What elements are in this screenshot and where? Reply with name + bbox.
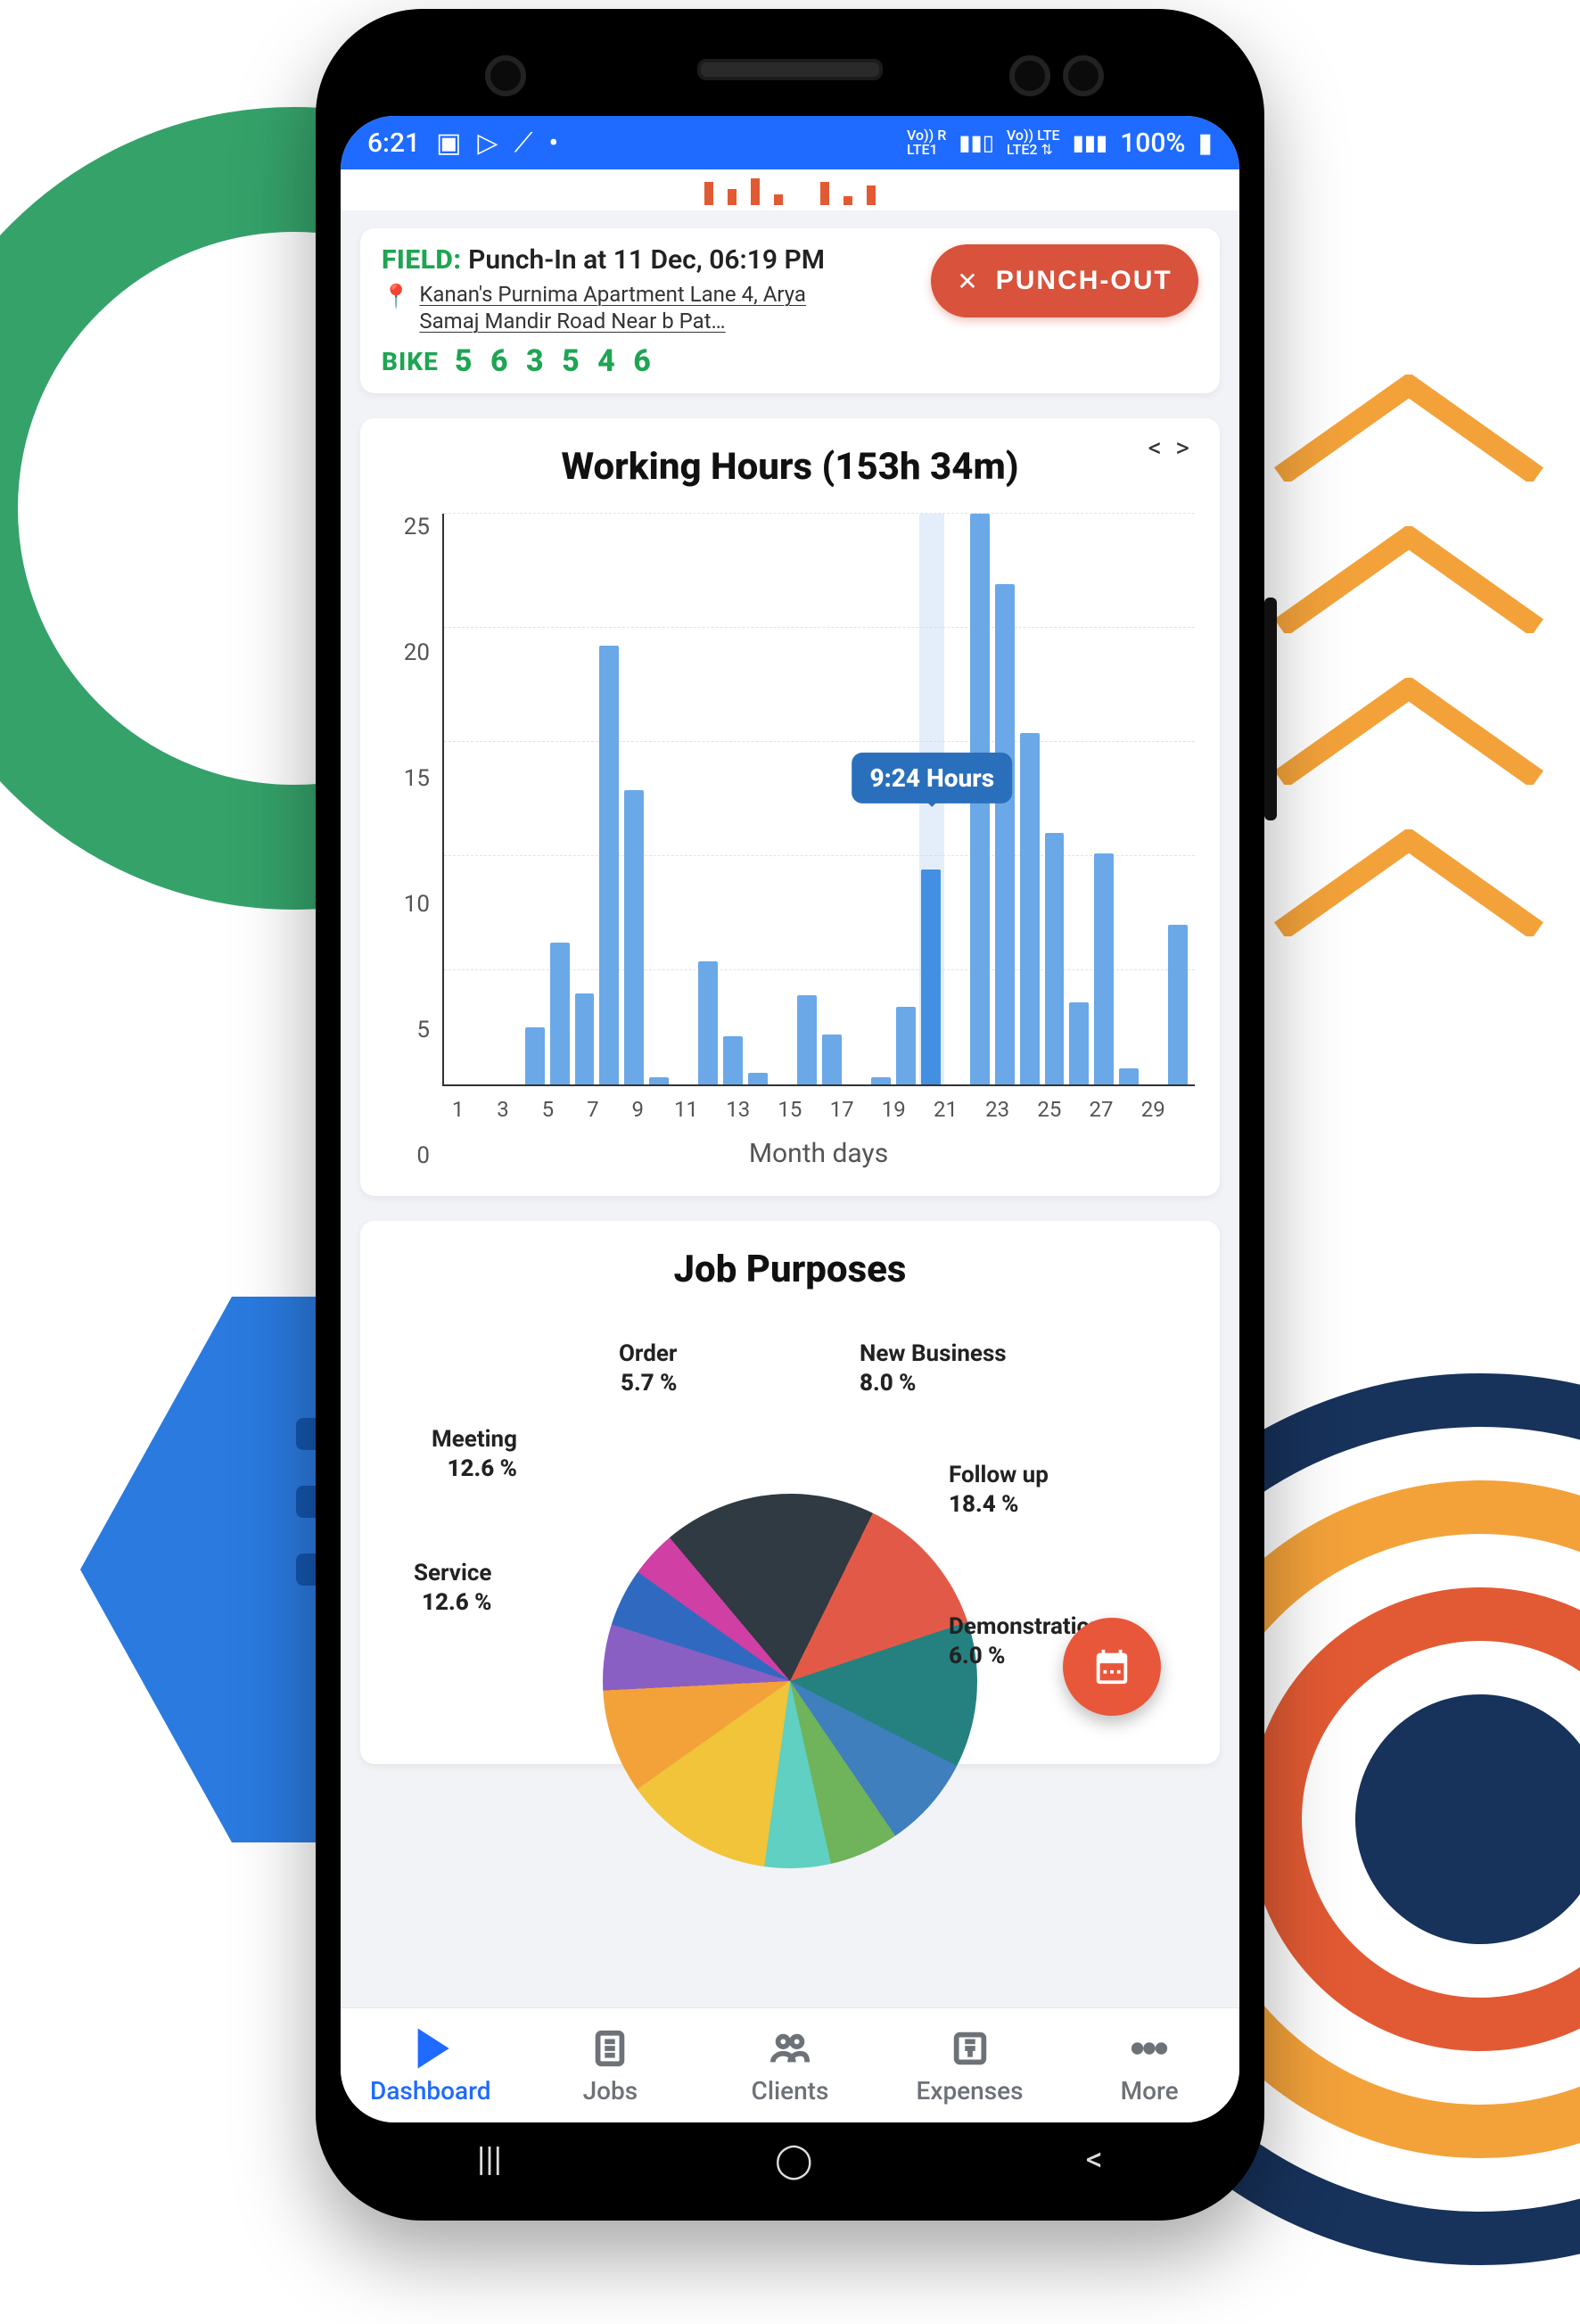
nav-more-label: More xyxy=(1121,2076,1179,2106)
mini-chart-peek xyxy=(341,169,1239,210)
signal2-icon: ▮▮▮ xyxy=(1073,130,1108,155)
bar-day-13[interactable] xyxy=(748,1073,768,1084)
bar-day-7[interactable] xyxy=(599,646,619,1084)
bar-day-26[interactable] xyxy=(1069,1002,1089,1084)
close-icon: ✕ xyxy=(957,267,979,296)
android-home-icon[interactable]: ◯ xyxy=(775,2140,813,2180)
lte2-icon: Vo)) LTELTE2 ⇅ xyxy=(1007,128,1060,157)
bike-label: BIKE xyxy=(382,347,439,376)
pie-label-meeting: Meeting12.6 % xyxy=(432,1425,517,1483)
bar-day-24[interactable] xyxy=(1020,733,1040,1084)
bar-day-6[interactable] xyxy=(575,993,595,1084)
play-icon: ▷ xyxy=(477,128,498,159)
chart-tooltip: 9:24 Hours xyxy=(852,753,1012,804)
bar-day-4[interactable] xyxy=(525,1027,545,1084)
location-pin-icon: 📍 xyxy=(382,283,410,312)
pie-chart-area[interactable]: Order5.7 % New Business8.0 % Meeting12.6… xyxy=(378,1345,1202,1755)
bar-day-12[interactable] xyxy=(723,1036,743,1084)
more-icon xyxy=(1127,2026,1172,2071)
punch-time-text: Punch-In at 11 Dec, 06:19 PM xyxy=(468,244,825,276)
bar-day-8[interactable] xyxy=(624,790,644,1084)
dashboard-icon xyxy=(408,2026,453,2071)
bar-day-19[interactable] xyxy=(896,1007,916,1084)
bottom-nav: Dashboard Jobs Clients Expenses More xyxy=(341,2007,1239,2122)
nav-expenses-label: Expenses xyxy=(917,2076,1024,2106)
job-purposes-title: Job Purposes xyxy=(378,1248,1202,1291)
x-axis-label: Month days xyxy=(442,1138,1195,1169)
status-time: 6:21 xyxy=(367,128,420,159)
phone-frame: 6:21 ▣ ▷ ⟋ • Vo)) RLTE1 ▮▮▯ Vo)) LTELTE2… xyxy=(316,9,1264,2221)
battery-icon: ▮ xyxy=(1197,128,1213,159)
battery-text: 100% xyxy=(1120,128,1185,159)
bar-day-9[interactable] xyxy=(649,1077,669,1084)
nav-clients-label: Clients xyxy=(752,2076,829,2106)
chart-pager[interactable]: < > xyxy=(1148,433,1193,464)
android-back-icon[interactable]: < xyxy=(1086,2140,1103,2180)
chart-plot-area[interactable]: 9:24 Hours xyxy=(442,514,1195,1086)
pie-label-service: Service12.6 % xyxy=(414,1559,491,1617)
bar-day-30[interactable] xyxy=(1168,925,1188,1084)
bar-day-18[interactable] xyxy=(871,1077,891,1084)
punch-address[interactable]: Kanan's Purnima Apartment Lane 4, Arya S… xyxy=(419,281,829,334)
working-hours-chart[interactable]: 2520151050 9:24 Hours 135791113151719212… xyxy=(385,514,1195,1169)
bar-day-25[interactable] xyxy=(1045,833,1065,1084)
bar-day-5[interactable] xyxy=(550,943,570,1084)
bar-day-27[interactable] xyxy=(1094,853,1114,1084)
working-hours-title: Working Hours (153h 34m) xyxy=(385,445,1195,489)
bike-row: BIKE 5 6 3 5 4 6 xyxy=(382,343,917,379)
y-axis: 2520151050 xyxy=(385,514,430,1169)
bar-day-15[interactable] xyxy=(797,995,817,1084)
nav-dashboard[interactable]: Dashboard xyxy=(341,2008,521,2122)
gallery-icon: ▣ xyxy=(436,128,461,159)
android-nav-bar: ||| ◯ < xyxy=(341,2124,1239,2196)
bike-odometer: 5 6 3 5 4 6 xyxy=(455,343,656,379)
punch-out-button[interactable]: ✕ PUNCH-OUT xyxy=(931,244,1198,317)
bar-day-16[interactable] xyxy=(822,1034,842,1084)
calendar-fab-button[interactable] xyxy=(1063,1618,1161,1716)
punch-location: 📍 Kanan's Purnima Apartment Lane 4, Arya… xyxy=(382,281,917,334)
dash-icon: ⟋ xyxy=(514,128,533,159)
nav-jobs[interactable]: Jobs xyxy=(521,2008,701,2122)
pie-label-followup: Follow up18.4 % xyxy=(949,1461,1049,1519)
field-label: FIELD: xyxy=(382,244,462,276)
punch-out-label: PUNCH-OUT xyxy=(996,266,1173,296)
nav-dashboard-label: Dashboard xyxy=(370,2076,490,2106)
x-axis-ticks: 1357911131517192123252729 xyxy=(442,1086,1195,1122)
android-recent-icon[interactable]: ||| xyxy=(477,2140,502,2180)
bar-day-11[interactable] xyxy=(698,961,718,1084)
clients-icon xyxy=(768,2026,812,2071)
bar-day-28[interactable] xyxy=(1119,1068,1139,1084)
dot-icon: • xyxy=(549,128,559,159)
punch-card: FIELD: Punch-In at 11 Dec, 06:19 PM 📍 Ka… xyxy=(360,228,1220,393)
screen: 6:21 ▣ ▷ ⟋ • Vo)) RLTE1 ▮▮▯ Vo)) LTELTE2… xyxy=(341,116,1239,2122)
pie-label-order: Order5.7 % xyxy=(619,1339,677,1397)
signal1-icon: ▮▮▯ xyxy=(959,130,994,155)
nav-clients[interactable]: Clients xyxy=(700,2008,880,2122)
nav-expenses[interactable]: Expenses xyxy=(880,2008,1060,2122)
pie-chart[interactable] xyxy=(603,1494,977,1868)
working-hours-card: < > Working Hours (153h 34m) 2520151050 … xyxy=(360,418,1220,1196)
lte1-icon: Vo)) RLTE1 xyxy=(907,128,946,157)
punch-status-line: FIELD: Punch-In at 11 Dec, 06:19 PM xyxy=(382,244,917,276)
expenses-icon xyxy=(948,2026,992,2071)
jobs-icon xyxy=(588,2026,632,2071)
bar-day-20[interactable] xyxy=(921,869,941,1084)
job-purposes-card: Job Purposes Order5.7 % New Business8.0 … xyxy=(360,1221,1220,1764)
nav-more[interactable]: More xyxy=(1059,2008,1239,2122)
bar-day-23[interactable] xyxy=(995,584,1015,1084)
status-bar: 6:21 ▣ ▷ ⟋ • Vo)) RLTE1 ▮▮▯ Vo)) LTELTE2… xyxy=(341,116,1239,169)
pie-label-new-business: New Business8.0 % xyxy=(860,1339,1007,1397)
deco-chevrons xyxy=(1266,375,1551,936)
nav-jobs-label: Jobs xyxy=(583,2076,638,2106)
calendar-icon xyxy=(1091,1646,1132,1687)
